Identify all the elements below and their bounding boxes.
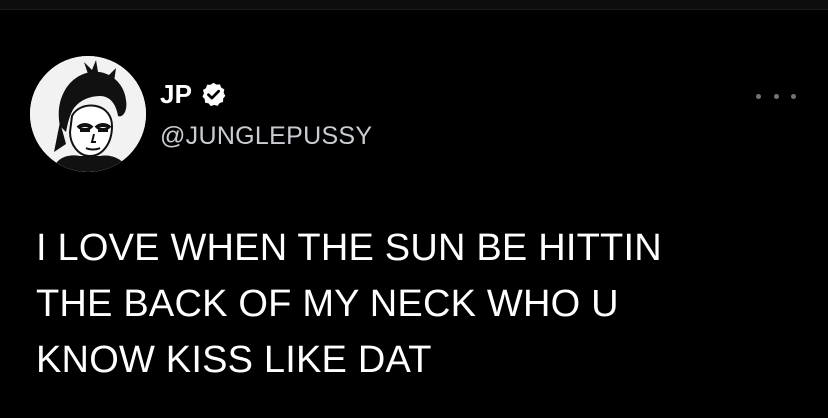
display-name[interactable]: JP <box>160 79 192 110</box>
avatar[interactable] <box>30 56 146 172</box>
tweet-text-line: KNOW KISS LIKE DAT <box>36 339 432 381</box>
author-handle[interactable]: @JUNGLEPUSSY <box>160 122 372 151</box>
more-options-icon[interactable] <box>756 88 796 104</box>
author-name-row: JP <box>160 78 227 110</box>
tweet-text-line: THE BACK OF MY NECK WHO U <box>36 283 619 325</box>
menu-dot <box>773 93 779 99</box>
tweet-text-line: I LOVE WHEN THE SUN BE HITTIN <box>36 227 662 269</box>
verified-badge-icon <box>200 81 227 108</box>
menu-dot <box>791 93 796 99</box>
top-divider <box>0 0 828 10</box>
tweet-text: I LOVE WHEN THE SUN BE HITTIN THE BACK O… <box>36 220 796 388</box>
menu-dot <box>756 93 761 99</box>
tweet-card: JP @JUNGLEPUSSY I LOVE WHEN THE SUN BE H… <box>0 10 828 418</box>
avatar-image <box>30 56 146 172</box>
